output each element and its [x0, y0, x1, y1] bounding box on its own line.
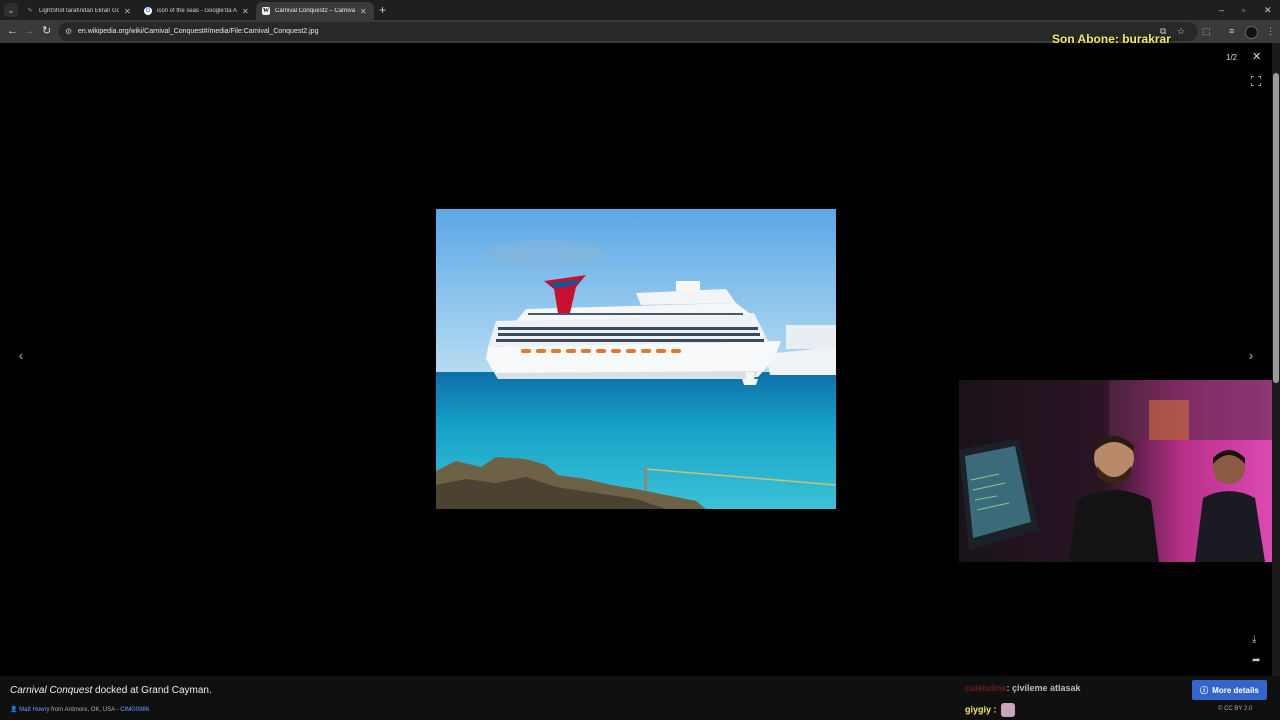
address-bar[interactable]: ⚙ en.wikipedia.org/wiki/Carnival_Conques…: [58, 22, 1198, 41]
tab-strip: ⌄ ✎ LightShot tarafından Ekran Görüntüsü…: [0, 0, 1280, 20]
fullscreen-icon[interactable]: [1250, 73, 1262, 87]
close-viewer-button[interactable]: ✕: [1252, 50, 1261, 63]
menu-kebab-icon[interactable]: ⋮: [1266, 24, 1275, 38]
streamer-webcam-overlay: [959, 380, 1280, 562]
viewer-scrollbar[interactable]: [1272, 43, 1280, 676]
tab-lightshot[interactable]: ✎ LightShot tarafından Ekran Görüntüsü ✕: [20, 2, 138, 20]
forward-arrow-icon[interactable]: →: [24, 24, 35, 38]
chat-text: :: [991, 704, 997, 715]
chat-username: calendine: [965, 683, 1007, 693]
download-icon[interactable]: ⤓: [1252, 634, 1256, 645]
minimize-icon[interactable]: –: [1219, 3, 1224, 17]
share-icon[interactable]: ➦: [1252, 655, 1260, 666]
new-tab-button[interactable]: +: [379, 3, 386, 17]
source-link[interactable]: CIMG0986: [120, 707, 149, 713]
tab-title: icon of the seas - Google'da Ara: [157, 8, 237, 14]
info-icon: ⓘ: [1200, 685, 1209, 695]
tab-google-search[interactable]: G icon of the seas - Google'da Ara ✕: [138, 2, 256, 20]
tab-title: LightShot tarafından Ekran Görüntüsü: [39, 8, 119, 14]
author-link[interactable]: Matt Howry: [19, 707, 49, 713]
close-tab-icon[interactable]: ✕: [242, 7, 250, 16]
caption-ship-name: Carnival Conquest: [10, 685, 93, 696]
license-info[interactable]: © CC BY 2.0: [1218, 706, 1252, 712]
site-info-icon[interactable]: ⚙: [65, 25, 72, 38]
chat-message: calendine: çivileme atlasak: [965, 683, 1081, 693]
close-tab-icon[interactable]: ✕: [124, 7, 132, 16]
url-text[interactable]: en.wikipedia.org/wiki/Carnival_Conquest#…: [78, 26, 318, 37]
maximize-icon[interactable]: ▫: [1242, 3, 1245, 17]
previous-image-button[interactable]: ‹: [11, 345, 31, 365]
scrollbar-thumb[interactable]: [1273, 73, 1279, 383]
more-details-button[interactable]: ⓘ More details: [1192, 680, 1267, 700]
media-viewer: 1/2 ✕ ‹ › ⤓ ➦: [0, 43, 1280, 676]
more-details-label: More details: [1212, 685, 1259, 695]
window-close-icon[interactable]: ✕: [1264, 3, 1272, 17]
image-attribution: 👤 Matt Howry from Ardmore, OK, USA - CIM…: [10, 706, 149, 713]
chat-username: giygiy: [965, 704, 992, 715]
license-label: CC BY 2.0: [1224, 706, 1253, 712]
lightshot-icon: ✎: [27, 8, 33, 14]
close-tab-icon[interactable]: ✕: [360, 7, 368, 16]
tab-wikipedia[interactable]: W Carnival Conquest2 – Carnival Conquest…: [256, 2, 374, 20]
cruise-ship-photo: [436, 209, 836, 509]
chat-emote-icon: [1000, 703, 1015, 717]
tab-title: Carnival Conquest2 – Carnival Conquest: [275, 8, 355, 14]
media-controls-icon[interactable]: ≡: [1229, 24, 1234, 38]
caption-text: docked at Grand Cayman.: [92, 685, 212, 696]
wikipedia-icon: W: [262, 7, 270, 15]
image-counter: 1/2: [1226, 53, 1238, 62]
profile-avatar[interactable]: [1245, 26, 1258, 39]
next-image-button[interactable]: ›: [1241, 345, 1261, 365]
chat-message: giygiy :: [965, 703, 1015, 717]
author-icon: 👤: [10, 707, 18, 713]
reload-icon[interactable]: ↻: [42, 24, 51, 38]
tab-search-button[interactable]: ⌄: [4, 3, 18, 17]
cc-license-icon: ©: [1218, 706, 1223, 712]
bookmark-star-icon[interactable]: ☆: [1177, 24, 1185, 38]
google-icon: G: [144, 7, 152, 15]
media-caption-bar: Carnival Conquest docked at Grand Cayman…: [0, 676, 1280, 720]
back-arrow-icon[interactable]: ←: [7, 24, 18, 38]
extensions-icon[interactable]: ⬚: [1202, 24, 1211, 38]
chat-text: : çivileme atlasak: [1006, 683, 1081, 693]
image-caption: Carnival Conquest docked at Grand Cayman…: [10, 685, 212, 696]
author-origin: from Ardmore, OK, USA -: [49, 707, 121, 713]
